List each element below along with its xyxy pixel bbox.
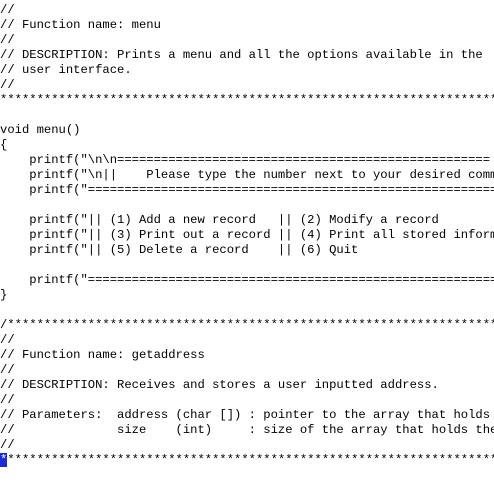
- code-line-9: void menu(): [0, 123, 81, 137]
- code-line-23: //: [0, 333, 15, 347]
- code-line-7: ****************************************…: [0, 93, 494, 107]
- code-line-1: //: [0, 3, 15, 17]
- code-line-28: // Parameters: address (char []) : point…: [0, 408, 494, 422]
- code-editor[interactable]: // // Function name: menu // // DESCRIPT…: [0, 0, 494, 494]
- code-line-3: //: [0, 33, 15, 47]
- code-line-27: //: [0, 393, 15, 407]
- code-line-26: // DESCRIPTION: Receives and stores a us…: [0, 378, 439, 392]
- code-line-4: // DESCRIPTION: Prints a menu and all th…: [0, 48, 483, 62]
- code-line-5: // user interface.: [0, 63, 132, 77]
- code-line-31-text: ****************************************…: [7, 453, 494, 467]
- code-line-12: printf("\n|| Please type the number next…: [0, 168, 494, 182]
- code-line-19: printf("================================…: [0, 273, 494, 287]
- code-line-20: }: [0, 288, 8, 302]
- code-line-15: printf("|| (1) Add a new record || (2) M…: [0, 213, 439, 227]
- code-line-6: //: [0, 78, 15, 92]
- code-line-13: printf("================================…: [0, 183, 494, 197]
- code-line-22: /***************************************…: [0, 318, 494, 332]
- code-line-10: {: [0, 138, 8, 152]
- code-line-25: //: [0, 363, 15, 377]
- code-line-16: printf("|| (3) Print out a record || (4)…: [0, 228, 494, 242]
- code-line-29: // size (int) : size of the array that h…: [0, 423, 494, 437]
- code-line-24: // Function name: getaddress: [0, 348, 205, 362]
- code-line-11: printf("\n\n============================…: [0, 153, 491, 167]
- code-line-31: ****************************************…: [0, 453, 494, 468]
- code-line-2: // Function name: menu: [0, 18, 161, 32]
- code-line-17: printf("|| (5) Delete a record || (6) Qu…: [0, 243, 359, 257]
- code-line-30: //: [0, 438, 15, 452]
